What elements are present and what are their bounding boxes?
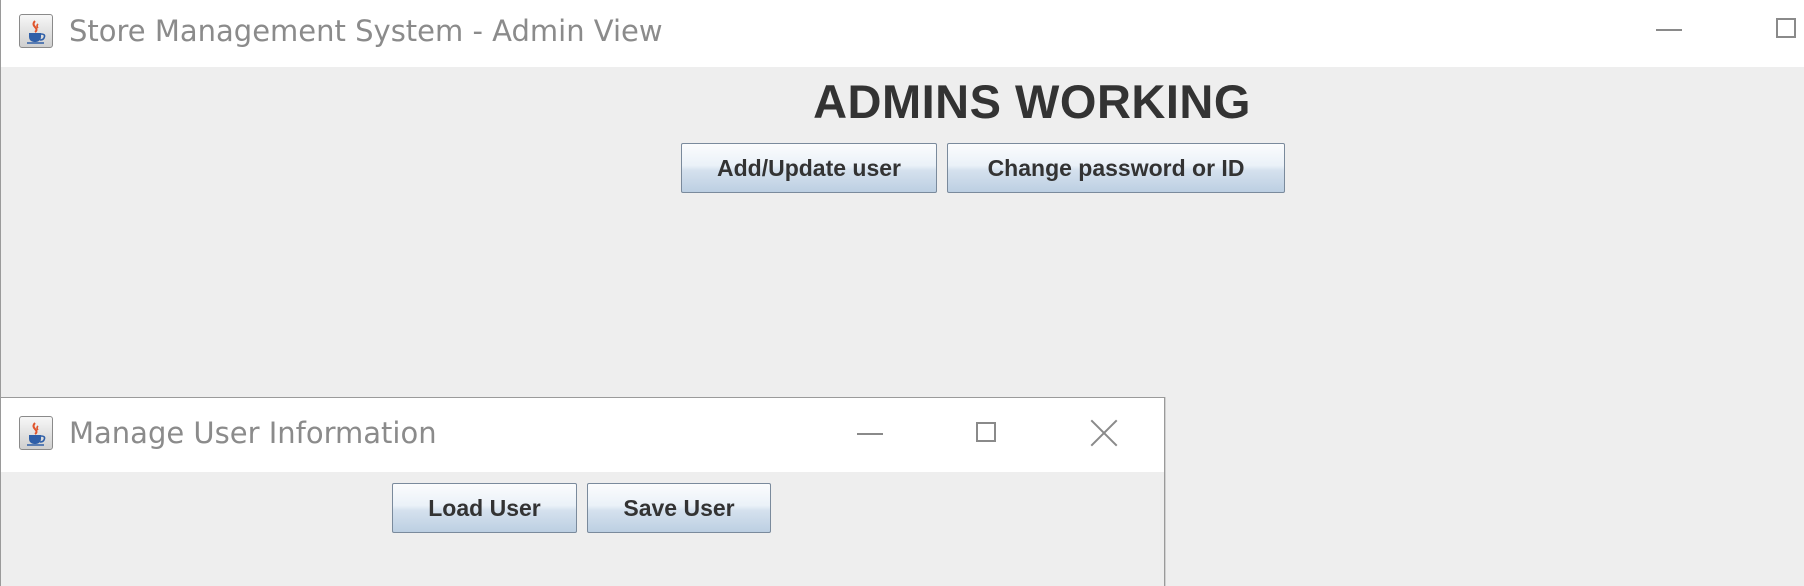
dialog-maximize-button[interactable]	[958, 404, 1016, 464]
save-user-button[interactable]: Save User	[587, 483, 771, 533]
maximize-icon	[976, 422, 996, 442]
minimize-icon	[857, 433, 883, 435]
dialog-minimize-button[interactable]	[842, 404, 900, 464]
page-title: ADMINS WORKING	[813, 75, 1251, 128]
minimize-icon	[1656, 29, 1682, 31]
java-cup-icon	[19, 416, 53, 450]
load-user-button[interactable]: Load User	[392, 483, 577, 533]
add-update-user-button[interactable]: Add/Update user	[681, 143, 937, 193]
dialog-title: Manage User Information	[69, 416, 437, 450]
maximize-button[interactable]	[1758, 0, 1804, 60]
manage-user-dialog: Manage User Information Load User Save U…	[0, 397, 1165, 586]
change-password-button[interactable]: Change password or ID	[947, 143, 1285, 193]
main-titlebar[interactable]: Store Management System - Admin View	[1, 0, 1804, 67]
window-title: Store Management System - Admin View	[69, 14, 663, 48]
close-icon	[1089, 418, 1119, 448]
maximize-icon	[1776, 18, 1796, 38]
minimize-button[interactable]	[1641, 0, 1699, 60]
dialog-titlebar[interactable]: Manage User Information	[1, 398, 1164, 472]
dialog-close-button[interactable]	[1075, 404, 1133, 464]
java-cup-icon	[19, 14, 53, 48]
